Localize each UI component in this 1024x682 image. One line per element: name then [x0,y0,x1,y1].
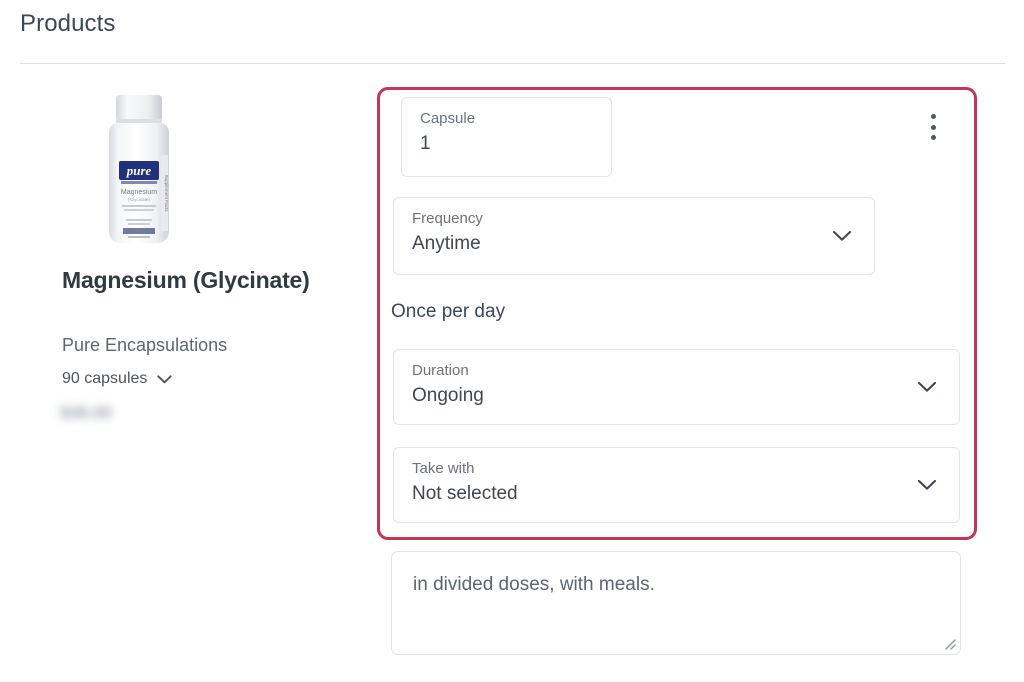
product-bottle-image: pure Magnesium (Glycinate) Supplement Fa… [109,95,169,243]
product-size-label: 90 capsules [62,370,148,387]
schedule-summary: Once per day [391,301,506,322]
chevron-down-icon [832,230,852,242]
frequency-select[interactable]: Frequency Anytime [393,197,875,275]
product-name: Magnesium (Glycinate) [62,267,310,293]
svg-text:Magnesium: Magnesium [121,189,157,196]
header-divider [20,63,1005,64]
product-summary: pure Magnesium (Glycinate) Supplement Fa… [0,85,360,422]
product-size-selector[interactable]: 90 capsules [62,370,173,388]
frequency-value: Anytime [412,233,481,254]
duration-select[interactable]: Duration Ongoing [393,349,960,425]
svg-text:Supplement Facts: Supplement Facts [164,174,169,212]
chevron-down-icon [917,479,937,491]
duration-label: Duration [412,362,469,379]
notes-textarea[interactable]: in divided doses, with meals. [391,551,961,655]
overflow-menu-button[interactable] [924,112,942,142]
take-with-label: Take with [412,460,475,477]
chevron-down-icon [157,374,173,384]
dose-value: 1 [420,133,431,154]
take-with-value: Not selected [412,483,518,504]
kebab-dot [930,114,936,119]
product-brand: Pure Encapsulations [62,335,228,355]
take-with-select[interactable]: Take with Not selected [393,447,960,523]
product-price: $36.00 [60,403,112,422]
resize-handle-icon[interactable] [942,636,956,650]
duration-value: Ongoing [412,385,484,406]
kebab-dot [930,135,936,140]
svg-text:pure: pure [126,163,152,178]
svg-text:(Glycinate): (Glycinate) [128,197,150,202]
page-title: Products [20,10,116,37]
frequency-label: Frequency [412,210,483,227]
notes-value: in divided doses, with meals. [413,574,655,595]
dose-field[interactable]: Capsule 1 [401,97,612,177]
chevron-down-icon [917,381,937,393]
product-detail-page: Products pure Magnesium (Glycinate) Supp… [0,0,1024,682]
product-image-wrap: pure Magnesium (Glycinate) Supplement Fa… [0,85,360,253]
dose-label: Capsule [420,110,476,127]
kebab-dot [930,124,936,130]
